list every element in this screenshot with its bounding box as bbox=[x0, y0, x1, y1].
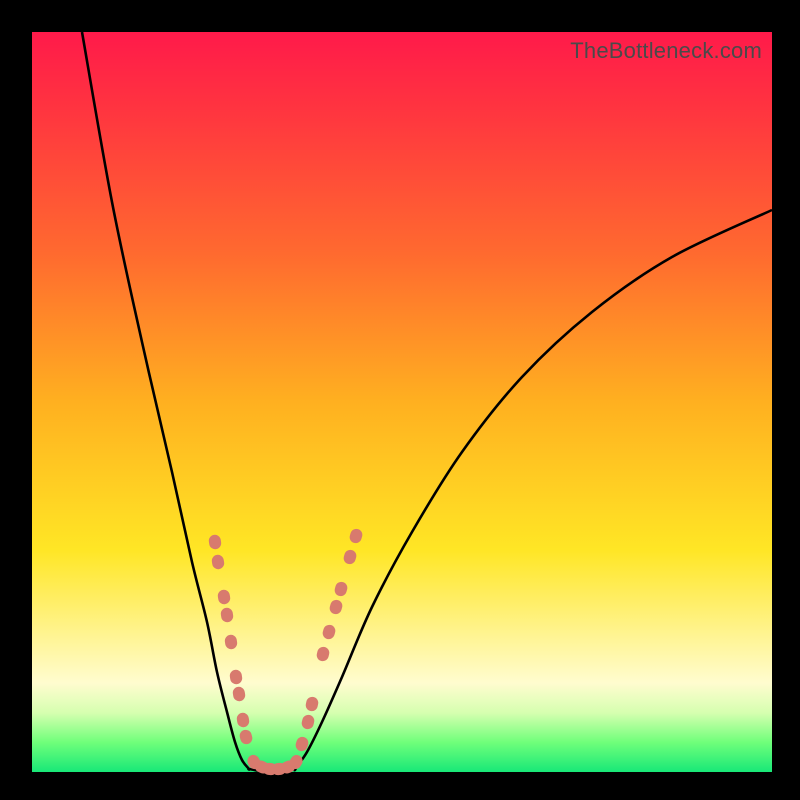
bead-marker bbox=[316, 646, 331, 663]
bead-marker bbox=[348, 527, 363, 544]
bead-marker bbox=[236, 712, 250, 728]
bead-marker bbox=[300, 714, 315, 731]
bottleneck-curve bbox=[82, 32, 772, 772]
bead-marker bbox=[211, 554, 225, 570]
bead-markers bbox=[208, 527, 364, 775]
bead-marker bbox=[208, 534, 222, 550]
bead-marker bbox=[232, 686, 246, 702]
bead-marker bbox=[229, 669, 243, 685]
bead-marker bbox=[342, 548, 357, 565]
bead-marker bbox=[238, 729, 253, 746]
chart-svg bbox=[32, 32, 772, 772]
chart-plot-area: TheBottleneck.com bbox=[32, 32, 772, 772]
bead-marker bbox=[333, 580, 348, 597]
bead-marker bbox=[224, 634, 238, 650]
bead-marker bbox=[220, 607, 234, 623]
bead-marker bbox=[321, 623, 336, 640]
bead-marker bbox=[328, 598, 343, 615]
chart-frame: TheBottleneck.com bbox=[0, 0, 800, 800]
bead-marker bbox=[305, 696, 320, 713]
bead-marker bbox=[217, 589, 231, 605]
